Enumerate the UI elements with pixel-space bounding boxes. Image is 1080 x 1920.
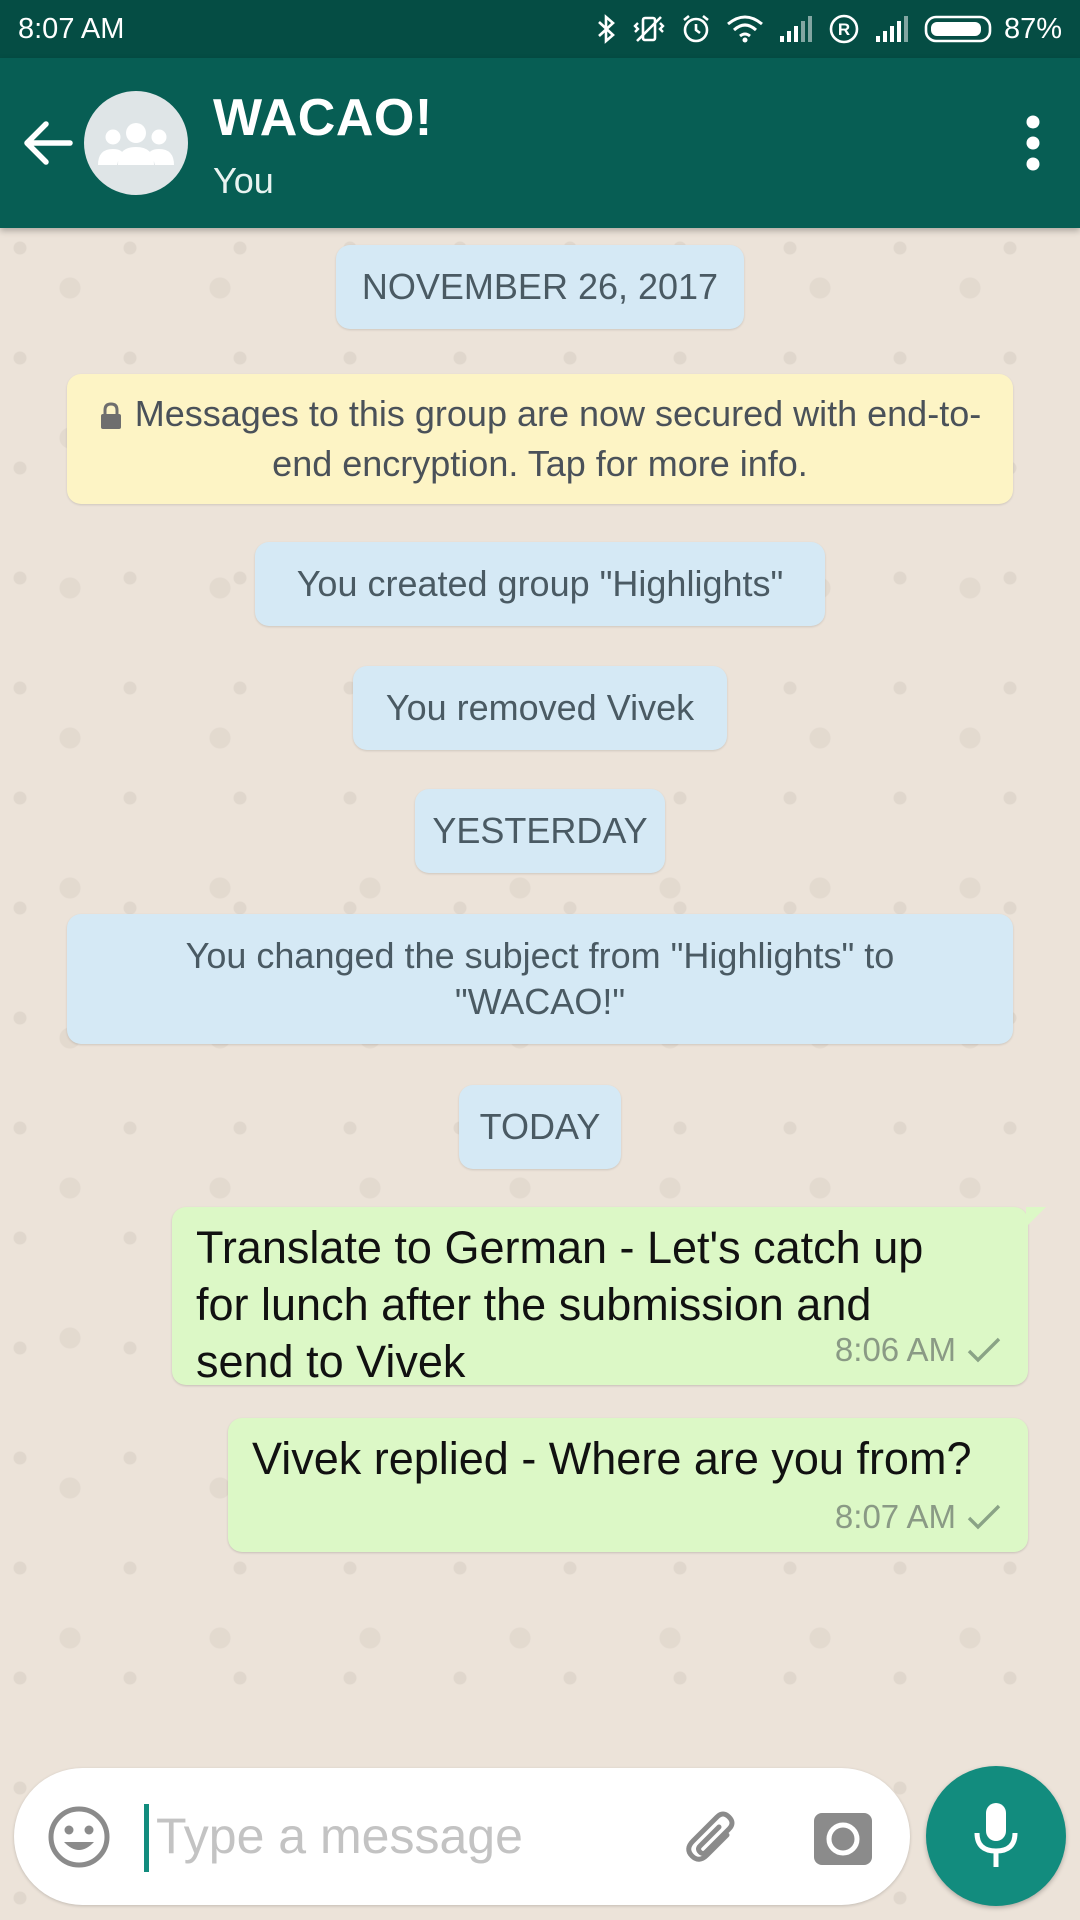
svg-text:R: R (838, 20, 850, 39)
camera-button[interactable] (807, 1802, 879, 1874)
back-button[interactable] (18, 113, 78, 173)
signal-icon-2 (874, 14, 910, 44)
text-caret (144, 1804, 149, 1872)
attach-button[interactable] (676, 1802, 748, 1874)
signal-icon (778, 14, 814, 44)
encryption-notice[interactable]: Messages to this group are now secured w… (67, 374, 1013, 504)
message-time: 8:06 AM (834, 1331, 956, 1368)
back-arrow-icon (24, 121, 73, 165)
date-divider-today: TODAY (459, 1085, 621, 1169)
camera-icon (814, 1813, 872, 1865)
encryption-notice-text: Messages to this group are now secured w… (134, 393, 982, 484)
attach-icon (686, 1811, 735, 1862)
status-time: 8:07 AM (18, 12, 125, 45)
system-message-created-group: You created group "Highlights" (255, 542, 825, 626)
message-meta: 8:07 AM (835, 1498, 1002, 1536)
outgoing-message[interactable]: Vivek replied - Where are you from? 8:07… (228, 1418, 1028, 1552)
more-vert-icon (1026, 115, 1040, 171)
chat-area[interactable]: NOVEMBER 26, 2017 Messages to this group… (0, 228, 1080, 1920)
battery-percent: 87% (1003, 12, 1062, 45)
roaming-icon: R (828, 13, 860, 45)
vibrate-icon (632, 14, 666, 44)
emoji-button[interactable] (44, 1802, 114, 1872)
chat-title[interactable]: WACAO! (213, 88, 433, 148)
single-check-icon (967, 1337, 1001, 1363)
date-divider-yesterday: YESTERDAY (415, 789, 665, 873)
single-check-icon (967, 1504, 1001, 1530)
chat-header: WACAO! You (0, 58, 1080, 228)
message-text: Vivek replied - Where are you from? (252, 1433, 972, 1484)
bubble-tail (1026, 1207, 1046, 1227)
date-divider: NOVEMBER 26, 2017 (336, 245, 744, 329)
message-meta: 8:06 AM (835, 1331, 1002, 1369)
message-input[interactable] (156, 1796, 536, 1876)
alarm-icon (680, 13, 712, 45)
mic-icon (974, 1803, 1018, 1867)
lock-icon (99, 395, 123, 441)
outgoing-message[interactable]: Translate to German - Let's catch up for… (172, 1207, 1046, 1387)
system-message-subject-change: You changed the subject from "Highlights… (67, 914, 1013, 1044)
group-avatar[interactable] (84, 91, 188, 195)
message-time: 8:07 AM (834, 1498, 956, 1535)
chat-subtitle: You (213, 160, 274, 201)
voice-record-button[interactable] (926, 1766, 1066, 1906)
wifi-icon (726, 14, 764, 44)
overflow-menu-button[interactable] (1008, 108, 1058, 178)
message-composer (14, 1768, 910, 1905)
bluetooth-icon (596, 14, 618, 44)
emoji-icon (48, 1806, 110, 1868)
status-icons: R 87% (596, 13, 1062, 46)
group-avatar-icon (98, 123, 174, 165)
status-bar: 8:07 AM R 87% (0, 0, 1080, 58)
battery-icon (924, 15, 992, 43)
system-message-removed-member: You removed Vivek (353, 666, 727, 750)
battery: 87% (924, 13, 1062, 46)
